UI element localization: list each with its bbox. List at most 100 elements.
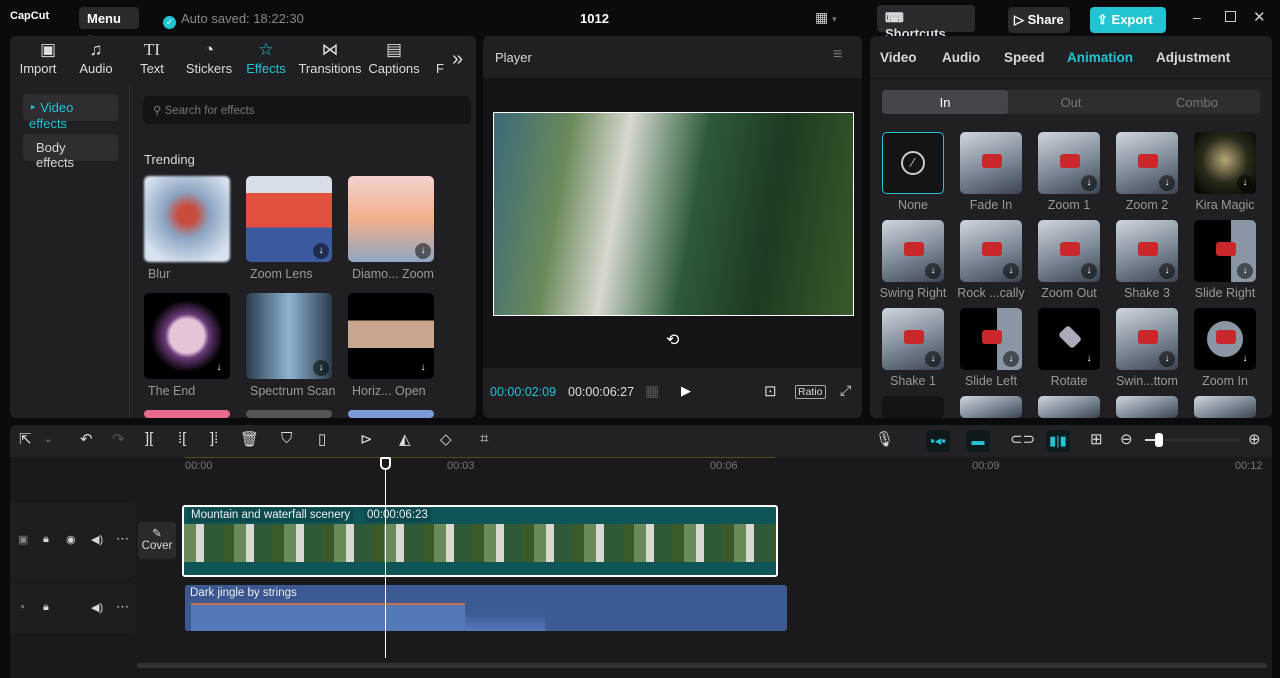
split-left-icon[interactable]: ⁞[: [178, 430, 186, 447]
download-icon[interactable]: ↓: [925, 351, 941, 367]
zoom-slider-handle[interactable]: [1155, 433, 1164, 447]
tab-transitions[interactable]: Transitions: [298, 61, 362, 76]
subtab-in[interactable]: In: [882, 90, 1008, 114]
reverse-play-icon[interactable]: ⊳: [360, 430, 373, 448]
split-right-icon[interactable]: ]⁞: [210, 430, 218, 447]
animation-thumb[interactable]: ↓: [1194, 308, 1256, 370]
download-icon[interactable]: ↓: [1081, 351, 1097, 367]
minimize-button[interactable]: –: [1193, 9, 1201, 25]
zoom-out-icon[interactable]: ⊖: [1120, 430, 1133, 448]
zoom-to-fit-icon[interactable]: ⊞: [1090, 430, 1103, 448]
effect-thumb[interactable]: [348, 410, 434, 418]
effect-thumb-horizontal-open[interactable]: ↓: [348, 293, 434, 379]
animation-thumb[interactable]: ↓: [1038, 132, 1100, 194]
effect-thumb-diamond-zoom[interactable]: ↓: [348, 176, 434, 262]
select-cursor-icon[interactable]: ⇱: [19, 430, 32, 448]
horizontal-scrollbar[interactable]: [137, 663, 1267, 668]
ratio-button[interactable]: Ratio: [795, 385, 826, 399]
download-icon[interactable]: ↓: [1081, 263, 1097, 279]
more-icon[interactable]: ⋯: [116, 531, 129, 547]
download-icon[interactable]: ↓: [1003, 351, 1019, 367]
animation-thumb[interactable]: ↓: [882, 308, 944, 370]
audio-clip[interactable]: Dark jingle by strings: [185, 585, 787, 631]
animation-thumb[interactable]: ↓: [1116, 132, 1178, 194]
link-icon[interactable]: ⊂⊃: [1010, 430, 1035, 448]
sidebar-item-video-effects[interactable]: ‣ Video effects: [23, 94, 118, 131]
chevron-down-icon[interactable]: ⌄: [44, 434, 52, 445]
export-button[interactable]: ⇪ Export: [1090, 7, 1166, 33]
effect-thumb-the-end[interactable]: ↓: [144, 293, 230, 379]
effect-thumb[interactable]: [246, 410, 332, 418]
effect-thumb-zoom-lens[interactable]: ↓: [246, 176, 332, 262]
volume-icon[interactable]: ◀): [91, 533, 103, 546]
download-icon[interactable]: ↓: [925, 263, 941, 279]
animation-thumb[interactable]: [960, 132, 1022, 194]
search-input[interactable]: ⚲ Search for effects: [143, 96, 471, 124]
animation-thumb[interactable]: ↓: [1194, 220, 1256, 282]
subtab-combo[interactable]: Combo: [1134, 90, 1260, 110]
animation-thumb[interactable]: ↓: [1038, 308, 1100, 370]
video-clip[interactable]: Mountain and waterfall scenery 00:00:06:…: [182, 505, 778, 577]
freeze-icon[interactable]: ▯: [318, 430, 326, 448]
download-icon[interactable]: ↓: [415, 243, 431, 259]
download-icon[interactable]: ↓: [211, 360, 227, 376]
download-icon[interactable]: ↓: [1159, 175, 1175, 191]
maximize-button[interactable]: [1225, 11, 1236, 22]
rotate-clip-icon[interactable]: ◇: [440, 430, 452, 448]
tab-captions[interactable]: Captions: [366, 61, 422, 76]
share-button[interactable]: ▷ Share: [1008, 7, 1070, 33]
animation-thumb[interactable]: ↓: [1116, 308, 1178, 370]
tab-speed[interactable]: Speed: [1004, 50, 1045, 65]
auto-snap-toggle[interactable]: ▬: [966, 430, 990, 452]
eye-icon[interactable]: ◉: [66, 533, 76, 546]
download-icon[interactable]: ↓: [1081, 175, 1097, 191]
playhead[interactable]: [385, 458, 386, 658]
menu-button[interactable]: Menu ⌄: [79, 7, 139, 40]
animation-thumb[interactable]: ↓: [1194, 132, 1256, 194]
lock-icon[interactable]: 🔒︎: [43, 601, 49, 614]
tab-text[interactable]: Text: [130, 61, 174, 76]
tab-more-partial[interactable]: F: [434, 61, 446, 76]
download-icon[interactable]: ↓: [1237, 175, 1253, 191]
sidebar-item-body-effects[interactable]: Body effects: [23, 134, 118, 170]
tab-adjustment[interactable]: Adjustment: [1156, 50, 1230, 65]
effect-thumb-blur[interactable]: [144, 176, 230, 262]
tab-stickers[interactable]: Stickers: [183, 61, 235, 76]
hamburger-menu-icon[interactable]: ≡: [833, 46, 842, 64]
animation-thumb[interactable]: ↓: [1116, 220, 1178, 282]
animation-thumb[interactable]: [882, 396, 944, 418]
marker-icon[interactable]: ⛉: [281, 430, 292, 447]
grid-icon[interactable]: ▦: [645, 382, 659, 400]
delete-icon[interactable]: 🗑︎: [240, 430, 259, 448]
zoom-slider[interactable]: [1145, 433, 1240, 447]
shortcuts-button[interactable]: ⌨ Shortcuts: [877, 5, 975, 41]
animation-thumb[interactable]: [960, 396, 1022, 418]
crop-icon[interactable]: ⌗: [480, 430, 488, 447]
tab-effects[interactable]: Effects: [242, 61, 290, 76]
animation-thumb[interactable]: [1194, 396, 1256, 418]
tab-video[interactable]: Video: [880, 50, 917, 65]
subtab-out[interactable]: Out: [1008, 90, 1134, 110]
more-tabs-icon[interactable]: »: [452, 48, 463, 71]
volume-icon[interactable]: ◀): [91, 601, 103, 614]
close-button[interactable]: ✕: [1253, 8, 1266, 26]
tab-audio[interactable]: Audio: [74, 61, 118, 76]
zoom-in-icon[interactable]: ⊕: [1248, 430, 1261, 448]
download-icon[interactable]: ↓: [313, 360, 329, 376]
animation-thumb[interactable]: ↓: [1038, 220, 1100, 282]
preview-axis-toggle[interactable]: ▮|▮: [1046, 430, 1070, 452]
more-icon[interactable]: ⋯: [116, 599, 129, 615]
play-button[interactable]: ▶: [681, 383, 691, 399]
animation-thumb[interactable]: ↓: [960, 220, 1022, 282]
lock-icon[interactable]: 🔒︎: [43, 533, 49, 546]
animation-thumb[interactable]: ↓: [882, 220, 944, 282]
download-icon[interactable]: ↓: [1159, 263, 1175, 279]
animation-thumb[interactable]: [1116, 396, 1178, 418]
animation-thumb[interactable]: ↓: [960, 308, 1022, 370]
download-icon[interactable]: ↓: [415, 360, 431, 376]
tab-animation[interactable]: Animation: [1067, 50, 1133, 65]
screenshot-icon[interactable]: ⊡: [764, 382, 777, 400]
magnet-snap-toggle[interactable]: ▪◂▪: [926, 430, 950, 452]
undo-icon[interactable]: ↶: [80, 430, 93, 448]
tab-import[interactable]: Import: [16, 61, 60, 76]
